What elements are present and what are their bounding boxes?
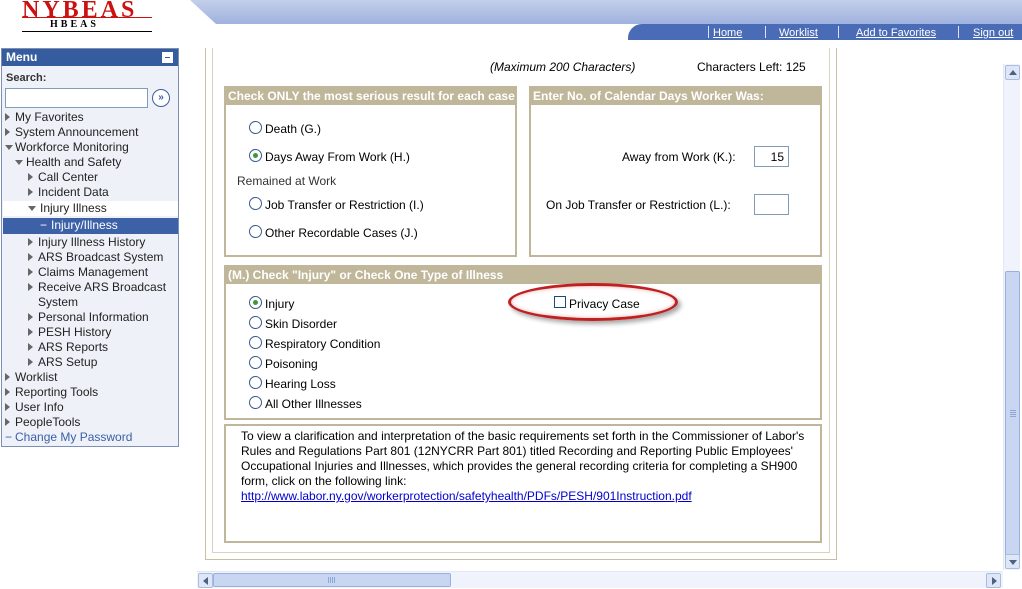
logo-underline <box>22 31 152 32</box>
poisoning-radio[interactable] <box>249 356 262 369</box>
collapse-icon[interactable] <box>162 52 173 63</box>
death-label: Death (G.) <box>265 122 322 136</box>
respiratory-condition-radio[interactable] <box>249 336 262 349</box>
vertical-scroll-thumb[interactable] <box>1005 271 1020 556</box>
death-radio[interactable] <box>249 121 262 134</box>
nav-separator <box>708 26 709 38</box>
nav-separator <box>838 26 839 38</box>
sidebar-item-injury-illness[interactable]: Injury Illness <box>3 201 178 216</box>
double-chevron-right-icon: » <box>158 92 164 103</box>
horizontal-scroll-thumb[interactable] <box>213 573 451 587</box>
pesh-instructions-link[interactable]: http://www.labor.ny.gov/workerprotection… <box>241 489 692 503</box>
sidebar-item-injury-illness-form[interactable]: − Injury/Illness <box>3 218 178 234</box>
job-transfer-days-input[interactable] <box>754 194 789 215</box>
top-nav-bar: Home Worklist Add to Favorites Sign out <box>628 24 1022 40</box>
scroll-right-button[interactable] <box>986 573 1001 588</box>
other-recordable-radio[interactable] <box>249 225 262 238</box>
skin-disorder-radio[interactable] <box>249 316 262 329</box>
search-label: Search: <box>6 72 47 84</box>
injury-label: Injury <box>265 297 295 311</box>
nybeas-logo: NYBEAS HBEAS <box>22 0 154 34</box>
dash-icon: − <box>5 430 13 444</box>
logo-divider <box>22 17 152 18</box>
scroll-down-button[interactable] <box>1005 554 1020 569</box>
max-characters-note: (Maximum 200 Characters) <box>490 60 636 74</box>
info-text: To view a clarification and interpretati… <box>241 429 809 504</box>
add-to-favorites-link[interactable]: Add to Favorites <box>856 27 936 39</box>
vertical-scrollbar[interactable] <box>1003 64 1020 570</box>
arrow-down-icon <box>1009 560 1017 565</box>
job-transfer-radio[interactable] <box>249 197 262 210</box>
all-other-illnesses-label: All Other Illnesses <box>265 397 362 411</box>
respiratory-condition-label: Respiratory Condition <box>265 337 381 351</box>
scroll-up-button[interactable] <box>1005 65 1020 80</box>
worklist-link[interactable]: Worklist <box>779 27 818 39</box>
sign-out-link[interactable]: Sign out <box>973 27 1013 39</box>
job-transfer-days-label: On Job Transfer or Restriction (L.): <box>546 198 731 212</box>
away-from-work-input[interactable]: 15 <box>754 146 789 167</box>
hearing-loss-radio[interactable] <box>249 376 262 389</box>
nav-separator <box>765 26 766 38</box>
search-go-button[interactable]: » <box>152 89 170 107</box>
search-input[interactable] <box>5 88 148 108</box>
horizontal-scrollbar[interactable] <box>197 571 1003 588</box>
privacy-case-label: Privacy Case <box>569 297 640 311</box>
logo-sub-text: HBEAS <box>50 19 99 30</box>
arrow-up-icon <box>1009 70 1017 75</box>
job-transfer-label: Job Transfer or Restriction (I.) <box>265 198 424 212</box>
arrow-left-icon <box>203 577 208 585</box>
result-panel-header: Check ONLY the most serious result for e… <box>226 88 515 105</box>
all-other-illnesses-radio[interactable] <box>249 396 262 409</box>
days-away-label: Days Away From Work (H.) <box>265 150 410 164</box>
skin-disorder-label: Skin Disorder <box>265 317 338 331</box>
injury-radio[interactable] <box>249 296 262 309</box>
away-from-work-label: Away from Work (K.): <box>622 150 736 164</box>
remained-at-work-label: Remained at Work <box>237 174 337 188</box>
privacy-case-checkbox[interactable] <box>554 296 566 308</box>
calendar-days-panel: Enter No. of Calendar Days Worker Was: <box>529 86 822 257</box>
hearing-loss-label: Hearing Loss <box>265 377 336 391</box>
injury-illness-panel-header: (M.) Check "Injury" or Check One Type of… <box>226 267 820 284</box>
sidebar-menu: Menu Search: » My Favorites System Annou… <box>1 48 179 447</box>
menu-title-label: Menu <box>6 50 38 64</box>
menu-title: Menu <box>2 49 178 66</box>
arrow-right-icon <box>992 577 997 585</box>
other-recordable-label: Other Recordable Cases (J.) <box>265 226 418 240</box>
dash-icon: − <box>40 218 48 232</box>
scroll-left-button[interactable] <box>198 573 213 588</box>
characters-left-counter: Characters Left: 125 <box>697 60 806 74</box>
poisoning-label: Poisoning <box>265 357 318 371</box>
header-band <box>190 0 1022 24</box>
days-away-radio[interactable] <box>249 149 262 162</box>
calendar-days-panel-header: Enter No. of Calendar Days Worker Was: <box>531 88 820 105</box>
info-description: To view a clarification and interpretati… <box>241 429 805 488</box>
home-link[interactable]: Home <box>713 27 742 39</box>
nav-separator <box>958 26 959 38</box>
